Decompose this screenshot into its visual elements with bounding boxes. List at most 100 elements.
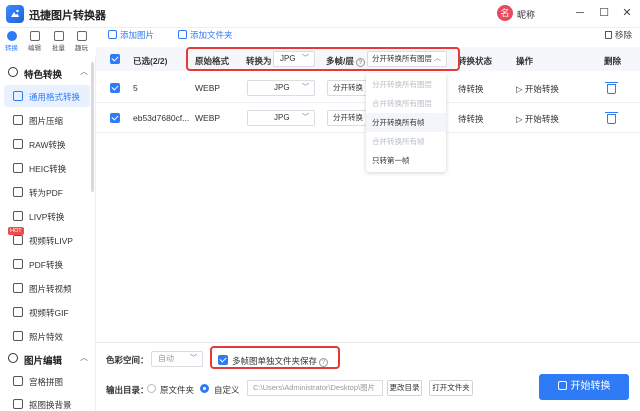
row-start-button[interactable]: ▷ 开始转换 <box>516 83 559 95</box>
dropdown-option[interactable]: 分开转换所有帧 <box>366 113 446 132</box>
multi-frame-folder-highlight <box>210 346 340 369</box>
sidebar-item-label: 抠图换背景 <box>29 400 72 410</box>
row-frame-select[interactable]: 分开转换 <box>327 110 367 126</box>
batch-icon <box>53 31 64 41</box>
row-frame-select[interactable]: 分开转换 <box>327 80 367 96</box>
livp-icon <box>13 211 23 221</box>
rail-edit[interactable]: 编辑 <box>23 28 46 54</box>
output-path-value: C:\Users\Administrator\Desktop\图片 <box>253 383 376 392</box>
add-image-button[interactable]: 添加图片 <box>108 29 154 43</box>
output-path-input[interactable]: C:\Users\Administrator\Desktop\图片 <box>247 380 383 396</box>
maximize-button[interactable]: ☐ <box>597 6 611 20</box>
section-image-edit[interactable]: 图片编辑 ︿ <box>0 348 96 368</box>
sidebar-item-grid-collage[interactable]: 宫格拼图 <box>4 370 90 392</box>
sidebar-item-photo-effects[interactable]: 照片特效 <box>4 325 90 347</box>
pdf-convert-icon <box>13 259 23 269</box>
mode-rail: 转换 编辑 批量 趣玩 <box>0 28 96 53</box>
rail-label: 批量 <box>52 45 65 52</box>
rail-convert[interactable]: 转换 <box>0 28 23 54</box>
row-frame-value: 分开转换 <box>333 113 363 122</box>
change-dir-button[interactable]: 更改目录 <box>387 380 422 396</box>
sidebar-item-label: 照片特效 <box>29 332 64 342</box>
sidebar-item-pdf-convert[interactable]: PDF转换 <box>4 253 90 275</box>
heic-icon <box>13 163 23 173</box>
row-delete-icon[interactable] <box>605 112 618 124</box>
dropdown-option: 合并转换所有图层 <box>372 99 432 108</box>
sidebar-item-label: 视频转GIF <box>29 308 69 318</box>
row-target-select[interactable]: JPG ﹀ <box>247 80 315 96</box>
user-avatar[interactable]: 名 <box>497 5 513 21</box>
convert-icon <box>6 31 17 41</box>
sidebar-item-heic[interactable]: HEIC转换 <box>4 157 90 179</box>
row-checkbox[interactable] <box>110 113 120 123</box>
row-start-button[interactable]: ▷ 开始转换 <box>516 113 559 125</box>
rail-label: 转换 <box>5 45 18 52</box>
start-convert-label: 开始转换 <box>570 381 611 392</box>
rail-label: 编辑 <box>28 45 41 52</box>
open-folder-button[interactable]: 打开文件夹 <box>429 380 473 396</box>
minimize-button[interactable]: ─ <box>573 6 587 20</box>
rail-fun[interactable]: 趣玩 <box>70 28 93 54</box>
grid-icon <box>13 376 23 386</box>
sidebar-item-livp[interactable]: LIVP转换 <box>4 205 90 227</box>
row-target-value: JPG <box>274 83 290 92</box>
title-bar: 迅捷图片转换器 名 昵称 ─ ☐ ✕ <box>0 0 640 28</box>
original-folder-radio[interactable] <box>147 384 156 393</box>
file-name: 5 <box>133 83 138 93</box>
add-folder-label: 添加文件夹 <box>190 30 233 40</box>
sidebar: 特色转换 ︿ 通用格式转换 图片压缩 RAW转换 HEIC转换 转为PDF LI… <box>0 56 96 411</box>
remove-button[interactable]: 移除 <box>604 29 632 41</box>
app-title: 迅捷图片转换器 <box>29 10 106 22</box>
sidebar-item-label: RAW转换 <box>29 140 66 150</box>
row-checkbox[interactable] <box>110 83 120 93</box>
pdf-icon <box>13 187 23 197</box>
row-delete-icon[interactable] <box>605 82 618 94</box>
sidebar-item-label: PDF转换 <box>29 260 64 270</box>
sidebar-item-video-to-livp[interactable]: HOT 视频转LIVP <box>4 227 90 251</box>
start-convert-button[interactable]: 开始转换 <box>539 374 629 400</box>
header-controls-highlight <box>186 47 460 71</box>
chevron-up-icon: ︿ <box>80 67 88 76</box>
image-icon <box>13 91 23 101</box>
hot-badge: HOT <box>8 227 24 235</box>
main-panel: 添加图片 添加文件夹 移除 已选(2/2) 原始格式 转换为 JPG ﹀ 多帧/… <box>96 28 640 411</box>
color-space-label: 色彩空间： <box>106 355 149 365</box>
remove-label: 移除 <box>614 30 632 40</box>
row-frame-value: 分开转换 <box>333 83 363 92</box>
dropdown-option: 分开转换所有图层 <box>372 80 432 89</box>
section-special-convert[interactable]: 特色转换 ︿ <box>0 62 96 82</box>
play-icon: ▷ <box>516 114 525 124</box>
custom-folder-label: 自定义 <box>214 385 240 395</box>
row-target-select[interactable]: JPG ﹀ <box>247 110 315 126</box>
sidebar-item-general-convert[interactable]: 通用格式转换 <box>4 85 90 107</box>
row-start-label: 开始转换 <box>524 84 559 94</box>
effects-icon <box>13 331 23 341</box>
user-name[interactable]: 昵称 <box>517 8 535 21</box>
multi-frame-dropdown: 分开转换所有图层 合并转换所有图层 分开转换所有帧 合并转换所有帧 只转第一帧 <box>366 73 446 172</box>
file-name: eb53d7680cf... <box>133 113 190 123</box>
color-space-select[interactable]: 自动 ﹀ <box>151 351 203 367</box>
edit-icon <box>29 31 40 41</box>
sidebar-item-to-pdf[interactable]: 转为PDF <box>4 181 90 203</box>
row-start-label: 开始转换 <box>524 114 559 124</box>
cutout-icon <box>13 399 23 409</box>
sidebar-item-label: 通用格式转换 <box>29 92 81 102</box>
row-target-value: JPG <box>274 113 290 122</box>
add-folder-button[interactable]: 添加文件夹 <box>178 29 233 43</box>
original-folder-label: 原文件夹 <box>160 385 195 395</box>
sidebar-item-label: 视频转LIVP <box>29 236 73 246</box>
sidebar-item-raw[interactable]: RAW转换 <box>4 133 90 155</box>
sidebar-item-cutout[interactable]: 抠图换背景 <box>4 393 90 411</box>
sidebar-item-compress[interactable]: 图片压缩 <box>4 109 90 131</box>
sidebar-item-image-to-video[interactable]: 图片转视频 <box>4 277 90 299</box>
select-all-checkbox[interactable] <box>110 54 120 64</box>
close-button[interactable]: ✕ <box>620 6 634 20</box>
sidebar-item-video-to-gif[interactable]: 视频转GIF <box>4 301 90 323</box>
gif-icon <box>13 307 23 317</box>
header-action: 操作 <box>516 56 534 66</box>
rail-batch[interactable]: 批量 <box>47 28 70 54</box>
chevron-down-icon: ﹀ <box>302 114 309 121</box>
video-icon <box>13 235 23 245</box>
custom-folder-radio[interactable] <box>200 384 209 393</box>
dropdown-option[interactable]: 只转第一帧 <box>366 151 446 170</box>
